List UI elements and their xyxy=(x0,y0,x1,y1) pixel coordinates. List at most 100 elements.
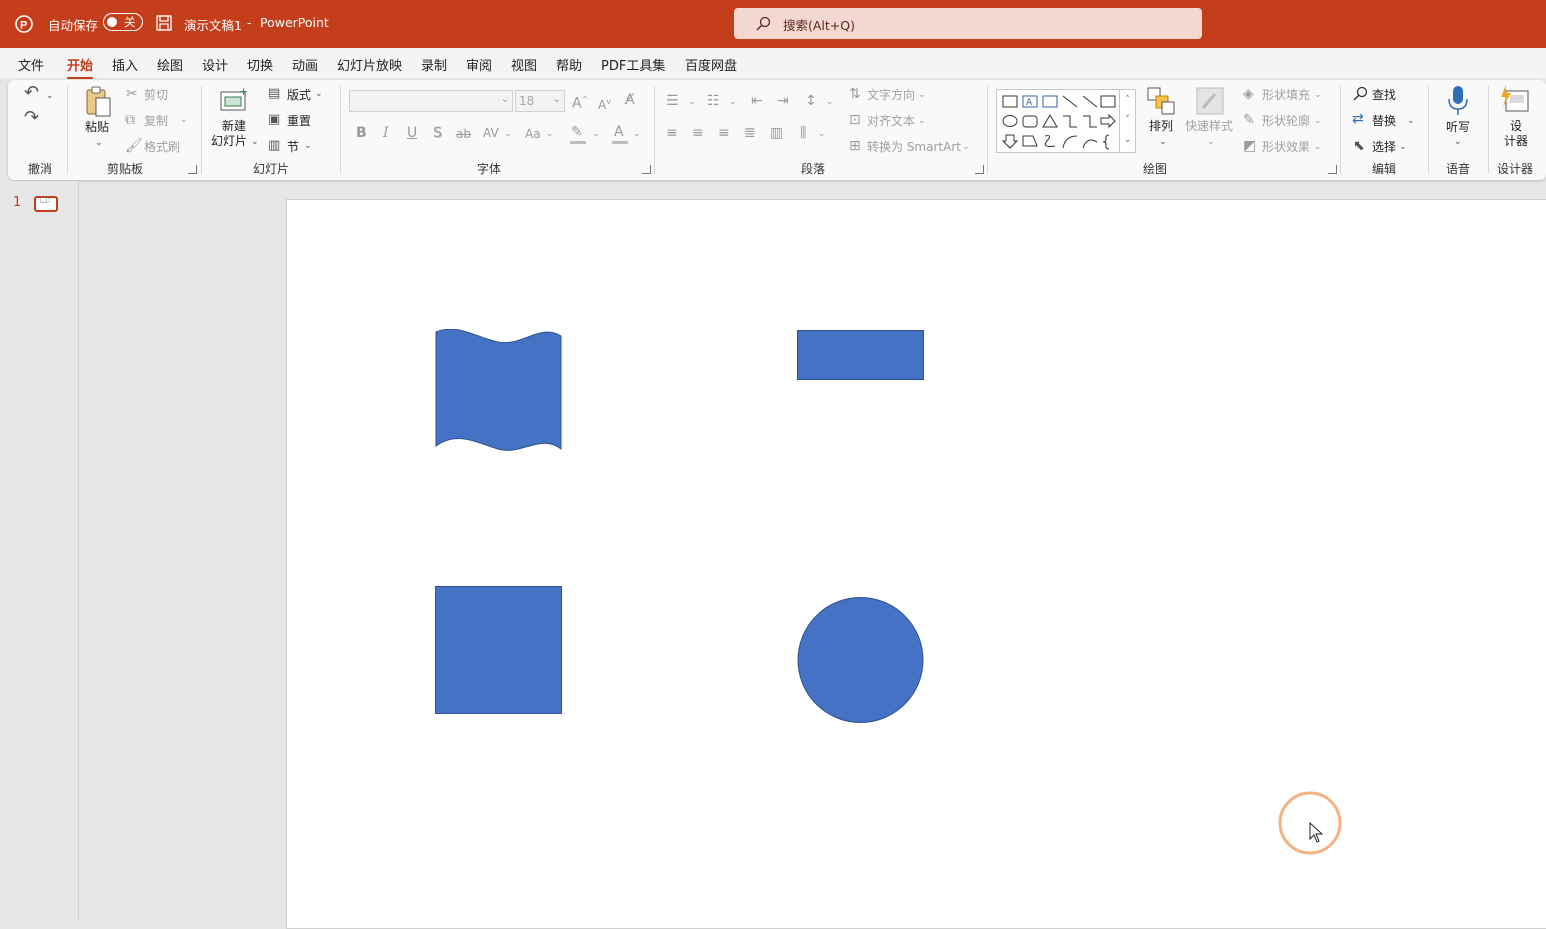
convert-smartart-button[interactable]: 转换为 SmartArt xyxy=(867,138,961,155)
tab-view[interactable]: 视图 xyxy=(511,55,537,74)
microphone-icon[interactable] xyxy=(1447,85,1469,117)
section-button[interactable]: 节 xyxy=(287,138,299,155)
paste-icon[interactable] xyxy=(84,86,112,118)
autosave-toggle[interactable]: 关 xyxy=(103,13,143,31)
clear-formatting-icon[interactable]: A̸ xyxy=(625,92,635,108)
replace-dropdown-icon[interactable]: ⌄ xyxy=(1407,113,1415,129)
highlight-dropdown-icon[interactable]: ⌄ xyxy=(592,126,600,142)
gallery-scroll-buttons[interactable]: ˄ ˅ ⌄ xyxy=(1119,90,1135,152)
smartart-icon[interactable]: ⊞ xyxy=(849,138,861,154)
tab-review[interactable]: 审阅 xyxy=(466,55,492,74)
arrange-button[interactable]: 排列 xyxy=(1149,119,1173,134)
new-slide-label-1[interactable]: 新建 xyxy=(222,119,246,134)
font-launcher-icon[interactable] xyxy=(642,165,651,174)
strikethrough-button[interactable]: ab xyxy=(456,126,471,142)
justify-icon[interactable]: ≣ xyxy=(744,125,756,141)
slide-thumbnail[interactable]: □: xyxy=(34,195,58,212)
undo-icon[interactable]: ↶ xyxy=(24,84,39,102)
tab-pdf-tools[interactable]: PDF工具集 xyxy=(601,55,665,74)
select-button[interactable]: 选择 xyxy=(1372,138,1396,155)
rectangle-shape[interactable] xyxy=(797,330,925,381)
character-spacing-dropdown-icon[interactable]: ⌄ xyxy=(504,126,512,142)
new-slide-icon[interactable]: + xyxy=(219,86,249,114)
tab-draw[interactable]: 绘图 xyxy=(157,55,183,74)
distributed-icon[interactable]: ▥ xyxy=(770,125,783,141)
circle-shape[interactable] xyxy=(797,597,925,725)
decrease-indent-icon[interactable]: ⇤ xyxy=(751,93,763,109)
section-dropdown-icon[interactable]: ⌄ xyxy=(304,138,312,154)
new-slide-label-2[interactable]: 幻灯片 xyxy=(211,134,247,149)
find-button[interactable]: 查找 xyxy=(1372,86,1396,103)
save-icon[interactable] xyxy=(156,15,172,31)
tab-home[interactable]: 开始 xyxy=(67,55,94,79)
bold-button[interactable]: B xyxy=(356,125,367,141)
designer-icon[interactable] xyxy=(1500,85,1530,115)
line-spacing-icon[interactable]: ↕ xyxy=(805,93,817,109)
numbering-dropdown-icon[interactable]: ⌄ xyxy=(729,94,737,110)
tab-baidu-netdisk[interactable]: 百度网盘 xyxy=(685,55,737,74)
text-direction-icon[interactable]: ⇅ xyxy=(849,86,861,102)
font-color-button[interactable]: A xyxy=(614,124,624,140)
designer-label-2[interactable]: 计器 xyxy=(1504,134,1528,149)
copy-dropdown-icon[interactable]: ⌄ xyxy=(180,112,188,128)
slide-canvas[interactable] xyxy=(286,199,1546,929)
tab-slideshow[interactable]: 幻灯片放映 xyxy=(337,55,402,74)
bullets-icon[interactable]: ☰ xyxy=(666,93,679,109)
new-slide-dropdown-icon[interactable]: ⌄ xyxy=(251,134,259,150)
replace-button[interactable]: 替换 xyxy=(1372,112,1396,129)
align-text-button[interactable]: 对齐文本 xyxy=(867,112,915,129)
arrange-icon[interactable] xyxy=(1146,86,1176,116)
clipboard-launcher-icon[interactable] xyxy=(188,165,197,174)
arrange-dropdown-icon[interactable]: ⌄ xyxy=(1159,134,1167,150)
decrease-font-icon[interactable]: Av xyxy=(598,94,611,113)
shadow-button[interactable]: S xyxy=(433,125,442,141)
shape-effects-icon[interactable]: ◩ xyxy=(1243,138,1256,154)
align-right-icon[interactable]: ≡ xyxy=(718,125,730,141)
increase-font-icon[interactable]: A^ xyxy=(572,92,588,112)
text-direction-dropdown-icon[interactable]: ⌄ xyxy=(918,87,926,103)
find-icon[interactable] xyxy=(1353,86,1369,102)
undo-dropdown-icon[interactable]: ⌄ xyxy=(46,88,54,104)
font-color-dropdown-icon[interactable]: ⌄ xyxy=(633,126,641,142)
replace-icon[interactable]: ⇄ xyxy=(1352,111,1364,127)
paragraph-launcher-icon[interactable] xyxy=(975,165,984,174)
tab-animations[interactable]: 动画 xyxy=(292,55,318,74)
layout-icon[interactable]: ▤ xyxy=(268,86,280,102)
cut-button[interactable]: 剪切 xyxy=(144,86,168,103)
redo-icon[interactable]: ↷ xyxy=(24,109,39,127)
search-box[interactable]: 搜索(Alt+Q) xyxy=(734,8,1202,39)
wave-shape[interactable] xyxy=(435,329,563,457)
align-left-icon[interactable]: ≡ xyxy=(666,125,678,141)
drawing-launcher-icon[interactable] xyxy=(1328,165,1337,174)
shape-effects-dropdown-icon[interactable]: ⌄ xyxy=(1314,139,1322,155)
copy-icon[interactable]: ⧉ xyxy=(125,112,135,128)
underline-button[interactable]: U xyxy=(407,125,417,141)
shape-fill-icon[interactable]: ◈ xyxy=(1243,86,1254,102)
tab-help[interactable]: 帮助 xyxy=(556,55,582,74)
line-spacing-dropdown-icon[interactable]: ⌄ xyxy=(826,94,834,110)
dictate-button[interactable]: 听写 xyxy=(1446,120,1470,135)
dictate-dropdown-icon[interactable]: ⌄ xyxy=(1454,134,1462,150)
select-dropdown-icon[interactable]: ⌄ xyxy=(1399,139,1407,155)
reset-button[interactable]: 重置 xyxy=(287,112,311,129)
increase-indent-icon[interactable]: ⇥ xyxy=(777,93,789,109)
smartart-dropdown-icon[interactable]: ⌄ xyxy=(962,139,970,155)
align-text-dropdown-icon[interactable]: ⌄ xyxy=(918,113,926,129)
shape-fill-dropdown-icon[interactable]: ⌄ xyxy=(1314,87,1322,103)
tab-insert[interactable]: 插入 xyxy=(112,55,138,74)
change-case-button[interactable]: Aa xyxy=(525,126,541,142)
align-center-icon[interactable]: ≡ xyxy=(692,125,704,141)
italic-button[interactable]: I xyxy=(383,125,389,141)
shape-outline-button[interactable]: 形状轮廓 xyxy=(1262,112,1310,129)
paste-dropdown-icon[interactable]: ⌄ xyxy=(95,135,103,151)
section-icon[interactable]: ▥ xyxy=(268,138,280,154)
quick-styles-dropdown-icon[interactable]: ⌄ xyxy=(1207,134,1215,150)
change-case-dropdown-icon[interactable]: ⌄ xyxy=(546,126,554,142)
cut-icon[interactable]: ✂ xyxy=(126,86,138,102)
designer-label-1[interactable]: 设 xyxy=(1510,119,1522,134)
quick-styles-icon[interactable] xyxy=(1195,86,1225,116)
select-icon[interactable]: ⬉ xyxy=(1353,138,1365,154)
tab-file[interactable]: 文件 xyxy=(18,55,44,74)
quick-styles-button[interactable]: 快速样式 xyxy=(1185,119,1233,134)
shapes-gallery[interactable]: A ˄ ˅ ⌄ xyxy=(996,89,1136,153)
